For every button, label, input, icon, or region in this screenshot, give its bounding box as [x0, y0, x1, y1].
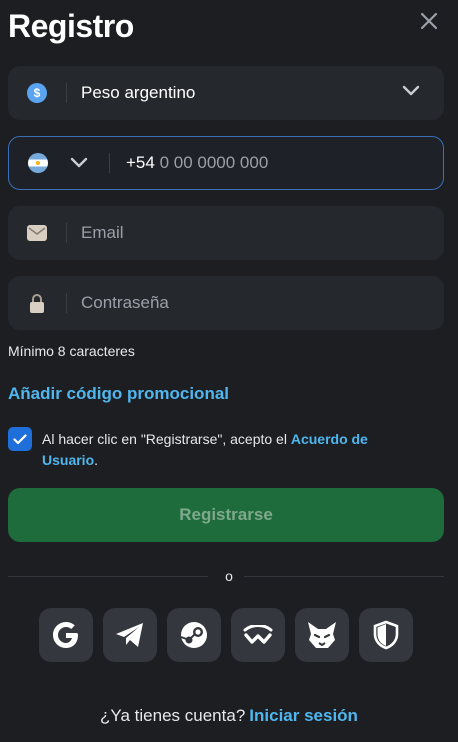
- phone-code: +54: [126, 153, 155, 172]
- google-login-button[interactable]: [39, 608, 93, 662]
- shield-icon: [373, 620, 399, 650]
- page-title: Registro: [8, 8, 134, 44]
- currency-select[interactable]: $ Peso argentino: [8, 66, 444, 120]
- metamask-login-button[interactable]: [295, 608, 349, 662]
- steam-login-button[interactable]: [167, 608, 221, 662]
- secure-login-button[interactable]: [359, 608, 413, 662]
- password-field[interactable]: Contraseña: [8, 276, 444, 330]
- social-login-buttons: [39, 608, 413, 662]
- close-icon[interactable]: [420, 12, 438, 30]
- chevron-down-icon: [402, 85, 420, 96]
- envelope-icon: [27, 225, 47, 241]
- password-icon-wrap: [8, 293, 66, 313]
- password-input[interactable]: Contraseña: [67, 293, 444, 313]
- terms-text: Al hacer clic en "Registrarse", acepto e…: [42, 429, 422, 471]
- password-hint: Mínimo 8 caracteres: [8, 343, 135, 359]
- steam-icon: [180, 622, 207, 648]
- login-prompt: ¿Ya tienes cuenta? Iniciar sesión: [0, 706, 458, 726]
- terms-suffix: .: [94, 452, 99, 468]
- divider-line-right: [244, 576, 444, 577]
- lock-icon: [30, 294, 44, 313]
- email-input[interactable]: Email: [67, 223, 444, 243]
- argentina-flag-icon: [28, 153, 48, 173]
- terms-checkbox[interactable]: [8, 427, 32, 451]
- phone-field[interactable]: +54 0 00 0000 000: [8, 136, 444, 190]
- telegram-icon: [116, 623, 143, 647]
- metamask-icon: [308, 622, 336, 648]
- phone-placeholder: 0 00 0000 000: [159, 153, 269, 172]
- telegram-login-button[interactable]: [103, 608, 157, 662]
- chevron-down-icon: [70, 157, 88, 168]
- currency-value: Peso argentino: [81, 83, 196, 102]
- walletconnect-icon: [243, 625, 273, 644]
- email-field[interactable]: Email: [8, 206, 444, 260]
- add-promo-code-link[interactable]: Añadir código promocional: [8, 384, 229, 404]
- register-button[interactable]: Registrarse: [8, 488, 444, 542]
- walletconnect-login-button[interactable]: [231, 608, 285, 662]
- login-link[interactable]: Iniciar sesión: [249, 706, 358, 725]
- dollar-coin-icon: $: [27, 83, 47, 103]
- currency-icon-wrap: $: [8, 83, 66, 103]
- email-icon-wrap: [8, 225, 66, 241]
- phone-input[interactable]: +54 0 00 0000 000: [110, 153, 443, 173]
- terms-prefix: Al hacer clic en "Registrarse", acepto e…: [42, 431, 291, 447]
- checkmark-icon: [13, 433, 27, 444]
- google-icon: [53, 622, 78, 648]
- login-prompt-text: ¿Ya tienes cuenta?: [100, 706, 246, 725]
- country-selector[interactable]: [9, 153, 109, 173]
